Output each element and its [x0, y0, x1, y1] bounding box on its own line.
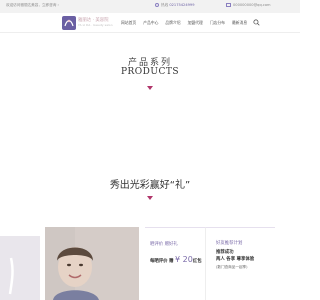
- nav-item-home[interactable]: 网站首页: [121, 20, 136, 26]
- offer-suffix: 红包: [192, 259, 202, 264]
- plan-line-2: 两人 各享 尊享体验: [216, 257, 255, 262]
- top-bar: 欢迎访问雅丽达美容，立即咨询 › 热线 02175424999 00000000…: [0, 0, 300, 13]
- offer-title: 晒评价 赠好礼: [150, 242, 178, 247]
- search-icon[interactable]: [253, 19, 260, 26]
- chevron-down-icon: [147, 196, 153, 200]
- chevron-down-icon: [147, 86, 153, 90]
- plan-title: 好友推荐计划: [216, 241, 243, 246]
- promo-photo: [45, 227, 139, 300]
- referral-plan-card[interactable]: 好友推荐计划 推荐成功 两人 各享 尊享体验 (数门查商品一起享): [205, 227, 275, 300]
- hotline: 热线 02175424999: [155, 3, 195, 8]
- nav-item-stores[interactable]: 门店分布: [210, 20, 225, 26]
- offer-prefix: 每晒评价 赠: [150, 259, 174, 264]
- review-offer-card[interactable]: 晒评价 赠好礼 每晒评价 赠 ¥ 20红包: [145, 227, 205, 300]
- decorative-panel: [0, 236, 40, 300]
- offer-amount: ¥ 20: [175, 255, 193, 264]
- welcome-text[interactable]: 欢迎访问雅丽达美容，立即咨询 ›: [6, 3, 59, 8]
- nav-item-franchise[interactable]: 加盟代理: [188, 20, 203, 26]
- offer-detail: 每晒评价 赠 ¥ 20红包: [150, 255, 202, 264]
- customer-photo: [45, 227, 139, 300]
- logo-icon[interactable]: [62, 16, 76, 30]
- plan-line-1: 推荐成功: [216, 250, 234, 255]
- site-header: 雅丽达 · 美容院 YA LI DA · beauty salon 网站首页 产…: [0, 13, 300, 33]
- mail-icon: [226, 3, 231, 7]
- email-text: 000000000@qq.com: [233, 3, 271, 7]
- hotline-number: 02175424999: [169, 3, 195, 7]
- hotline-label: 热线: [161, 3, 169, 7]
- contact-email: 000000000@qq.com: [226, 3, 271, 7]
- products-subtitle: PRODUCTS: [120, 67, 180, 77]
- plan-note: (数门查商品一起享): [216, 265, 248, 269]
- nav-item-news[interactable]: 最新消息: [232, 20, 247, 26]
- phone-icon: [155, 3, 159, 7]
- swoosh-graphic: [8, 257, 14, 295]
- main-nav: 网站首页 产品中心 品牌介绍 加盟代理 门店分布 最新消息: [121, 16, 254, 30]
- promo-slogan: 秀出光彩赢好“礼”: [109, 180, 191, 191]
- nav-item-brand[interactable]: 品牌介绍: [165, 20, 180, 26]
- nav-item-products[interactable]: 产品中心: [143, 20, 158, 26]
- logo-subtitle: YA LI DA · beauty salon: [78, 23, 113, 27]
